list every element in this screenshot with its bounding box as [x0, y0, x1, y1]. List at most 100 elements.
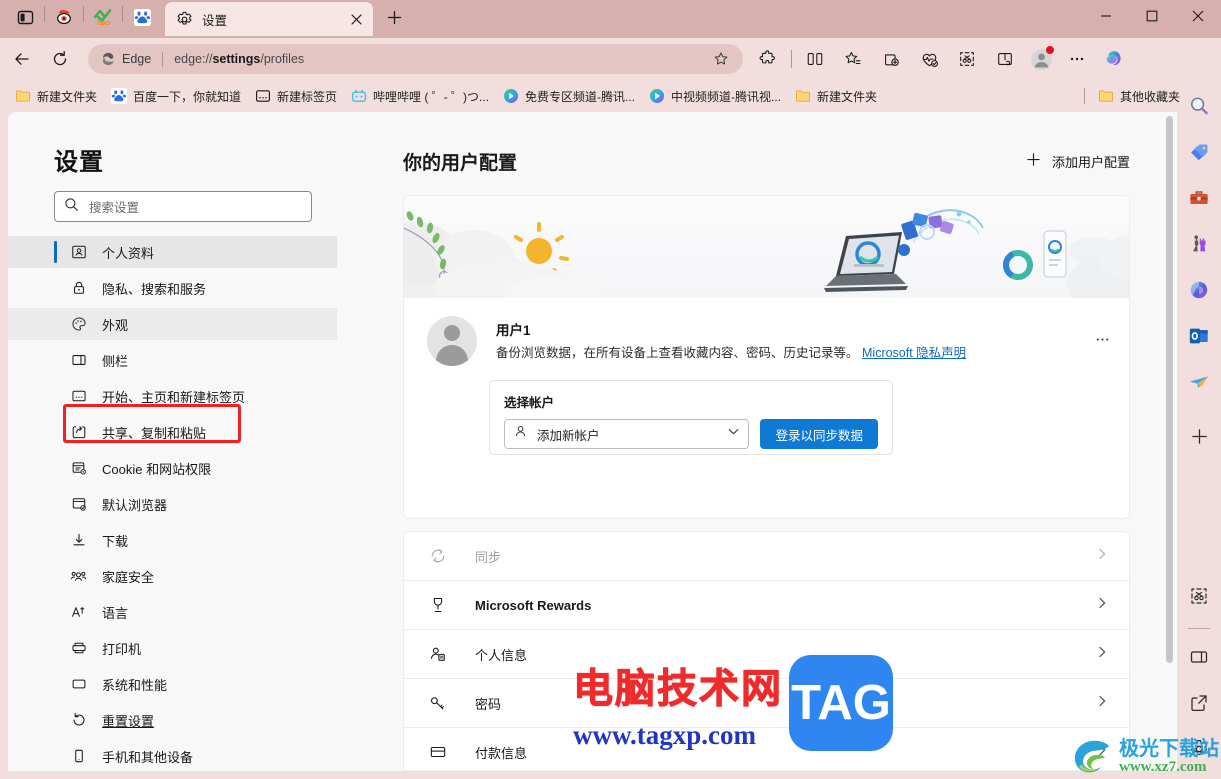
row-label: 个人信息: [475, 645, 1095, 664]
sidebar-item-appearance[interactable]: 外观: [8, 308, 337, 340]
sidebar-item-privacy[interactable]: 隐私、搜索和服务: [8, 272, 337, 304]
add-icon[interactable]: [1183, 420, 1215, 452]
profile-more-button[interactable]: [1087, 326, 1117, 352]
maximize-button[interactable]: [1129, 0, 1175, 32]
window-controls: [1083, 0, 1221, 38]
url-text[interactable]: edge://settings/profiles: [174, 52, 707, 66]
sidebar-item-label: 共享、复制和粘贴: [102, 423, 206, 442]
language-icon: [70, 604, 87, 621]
sidebar-item-sidebar[interactable]: 侧栏: [8, 344, 337, 376]
sidebar-item-label: 隐私、搜索和服务: [102, 279, 206, 298]
sidebar-item-default-browser[interactable]: 默认浏览器: [8, 488, 337, 520]
newtab-icon: [255, 88, 271, 104]
person-icon: [513, 424, 528, 444]
shopping-tag-icon[interactable]: [1183, 136, 1215, 168]
bookmark-item[interactable]: 中视频频道-腾讯视...: [642, 84, 788, 108]
games-icon[interactable]: [1183, 228, 1215, 260]
row-payment-info[interactable]: 付款信息: [404, 728, 1129, 771]
sidebar-item-label: 下载: [102, 531, 128, 550]
search-settings-input[interactable]: 搜索设置: [54, 191, 312, 222]
new-tab-button[interactable]: [379, 3, 409, 33]
banner-art: [404, 196, 1129, 298]
address-bar[interactable]: Edge edge://settings/profiles: [88, 44, 743, 74]
page-content: 设置 搜索设置 个人资料 隐私、搜索和服务 外观: [8, 112, 1177, 771]
extensions-icon[interactable]: [752, 43, 784, 75]
sidebar-item-family[interactable]: 家庭安全: [8, 560, 337, 592]
favorite-star-icon[interactable]: [707, 45, 735, 73]
sidebar-item-profiles[interactable]: 个人资料: [8, 236, 337, 268]
watermark-bottom-right-text: 极光下载站 www.xz7.com: [1119, 739, 1219, 776]
family-icon: [70, 568, 87, 585]
baidu-icon[interactable]: [125, 2, 159, 32]
sidebar-item-phone[interactable]: 手机和其他设备: [8, 740, 337, 771]
collections-icon[interactable]: [875, 43, 907, 75]
tab-settings[interactable]: 设置: [165, 2, 373, 36]
bookmark-item[interactable]: 哔哩哔哩 ( ゜- ゜)つ...: [344, 84, 496, 108]
sidebar-item-languages[interactable]: 语言: [8, 596, 337, 628]
privacy-statement-link[interactable]: Microsoft 隐私声明: [862, 346, 966, 360]
browser-essentials-icon[interactable]: [913, 43, 945, 75]
row-passwords[interactable]: 密码: [404, 679, 1129, 728]
back-button[interactable]: [6, 43, 38, 75]
search-icon[interactable]: [1183, 90, 1215, 122]
favorites-icon[interactable]: [837, 43, 869, 75]
bookmark-item[interactable]: 新建标签页: [248, 84, 344, 108]
sidebar-item-startup[interactable]: 开始、主页和新建标签页: [8, 380, 337, 412]
title-bar: hao: [0, 0, 1221, 38]
avatar: [427, 316, 477, 366]
divider: [122, 6, 123, 22]
bookmark-item[interactable]: 新建文件夹: [788, 84, 884, 108]
sidebar-item-reset[interactable]: 重置设置: [8, 704, 337, 736]
hao123-icon[interactable]: hao: [86, 2, 120, 32]
close-icon[interactable]: [345, 8, 367, 30]
copilot-icon[interactable]: [1099, 43, 1131, 75]
gear-icon: [176, 11, 193, 28]
tools-briefcase-icon[interactable]: [1183, 182, 1215, 214]
sidebar-item-downloads[interactable]: 下载: [8, 524, 337, 556]
bookmark-item[interactable]: 免费专区频道-腾讯...: [496, 84, 642, 108]
outlook-icon[interactable]: [1183, 320, 1215, 352]
more-options-button[interactable]: [1061, 43, 1093, 75]
system-icon: [70, 676, 87, 693]
sidebar-toggle-icon[interactable]: [1183, 641, 1215, 673]
folder-icon: [1098, 88, 1114, 104]
screenshot-icon[interactable]: [951, 43, 983, 75]
row-microsoft-rewards[interactable]: Microsoft Rewards: [404, 581, 1129, 630]
bookmark-label: 百度一下，你就知道: [133, 88, 241, 105]
search-icon: [64, 197, 79, 217]
weibo-icon[interactable]: [47, 2, 81, 32]
folder-icon: [795, 88, 811, 104]
open-external-icon[interactable]: [1183, 687, 1215, 719]
close-button[interactable]: [1175, 0, 1221, 32]
profile-text-block: 用户1 备份浏览数据，在所有设备上查看收藏内容、密码、历史记录等。 Micros…: [496, 316, 1087, 363]
sidebar-item-printers[interactable]: 打印机: [8, 632, 337, 664]
split-screen-icon[interactable]: [799, 43, 831, 75]
profile-avatar-icon[interactable]: [1024, 43, 1058, 75]
minimize-button[interactable]: [1083, 0, 1129, 32]
reset-icon: [70, 712, 87, 729]
watermark-br-name: 极光下载站: [1119, 739, 1219, 760]
screenshot-icon[interactable]: [1183, 580, 1215, 612]
office-icon[interactable]: [1183, 274, 1215, 306]
divider: [791, 50, 792, 68]
sidebar-item-share[interactable]: 共享、复制和粘贴: [8, 416, 337, 448]
bookmark-item[interactable]: 百度一下，你就知道: [104, 84, 248, 108]
sidebar-scroll-track[interactable]: [337, 112, 359, 771]
signin-sync-button[interactable]: 登录以同步数据: [760, 419, 878, 449]
add-profile-button[interactable]: 添加用户配置: [1026, 152, 1130, 172]
main-scroll-track[interactable]: [1163, 112, 1177, 771]
read-aloud-icon[interactable]: [989, 43, 1021, 75]
row-sync[interactable]: 同步: [404, 532, 1129, 581]
account-select[interactable]: 添加新帐户: [504, 419, 749, 449]
sidebar-item-system[interactable]: 系统和性能: [8, 668, 337, 700]
profile-name: 用户1: [496, 319, 1087, 339]
paper-plane-icon[interactable]: [1183, 366, 1215, 398]
sidebar-item-cookies[interactable]: Cookie 和网站权限: [8, 452, 337, 484]
tab-search-icon[interactable]: [8, 2, 42, 32]
refresh-button[interactable]: [44, 43, 76, 75]
main-scrollbar-thumb[interactable]: [1166, 116, 1173, 663]
other-favorites-button[interactable]: 其他收藏夹: [1091, 84, 1187, 108]
row-personal-info[interactable]: 个人信息: [404, 630, 1129, 679]
bookmark-item[interactable]: 新建文件夹: [8, 84, 104, 108]
sidebar-item-label: 个人资料: [102, 243, 154, 262]
